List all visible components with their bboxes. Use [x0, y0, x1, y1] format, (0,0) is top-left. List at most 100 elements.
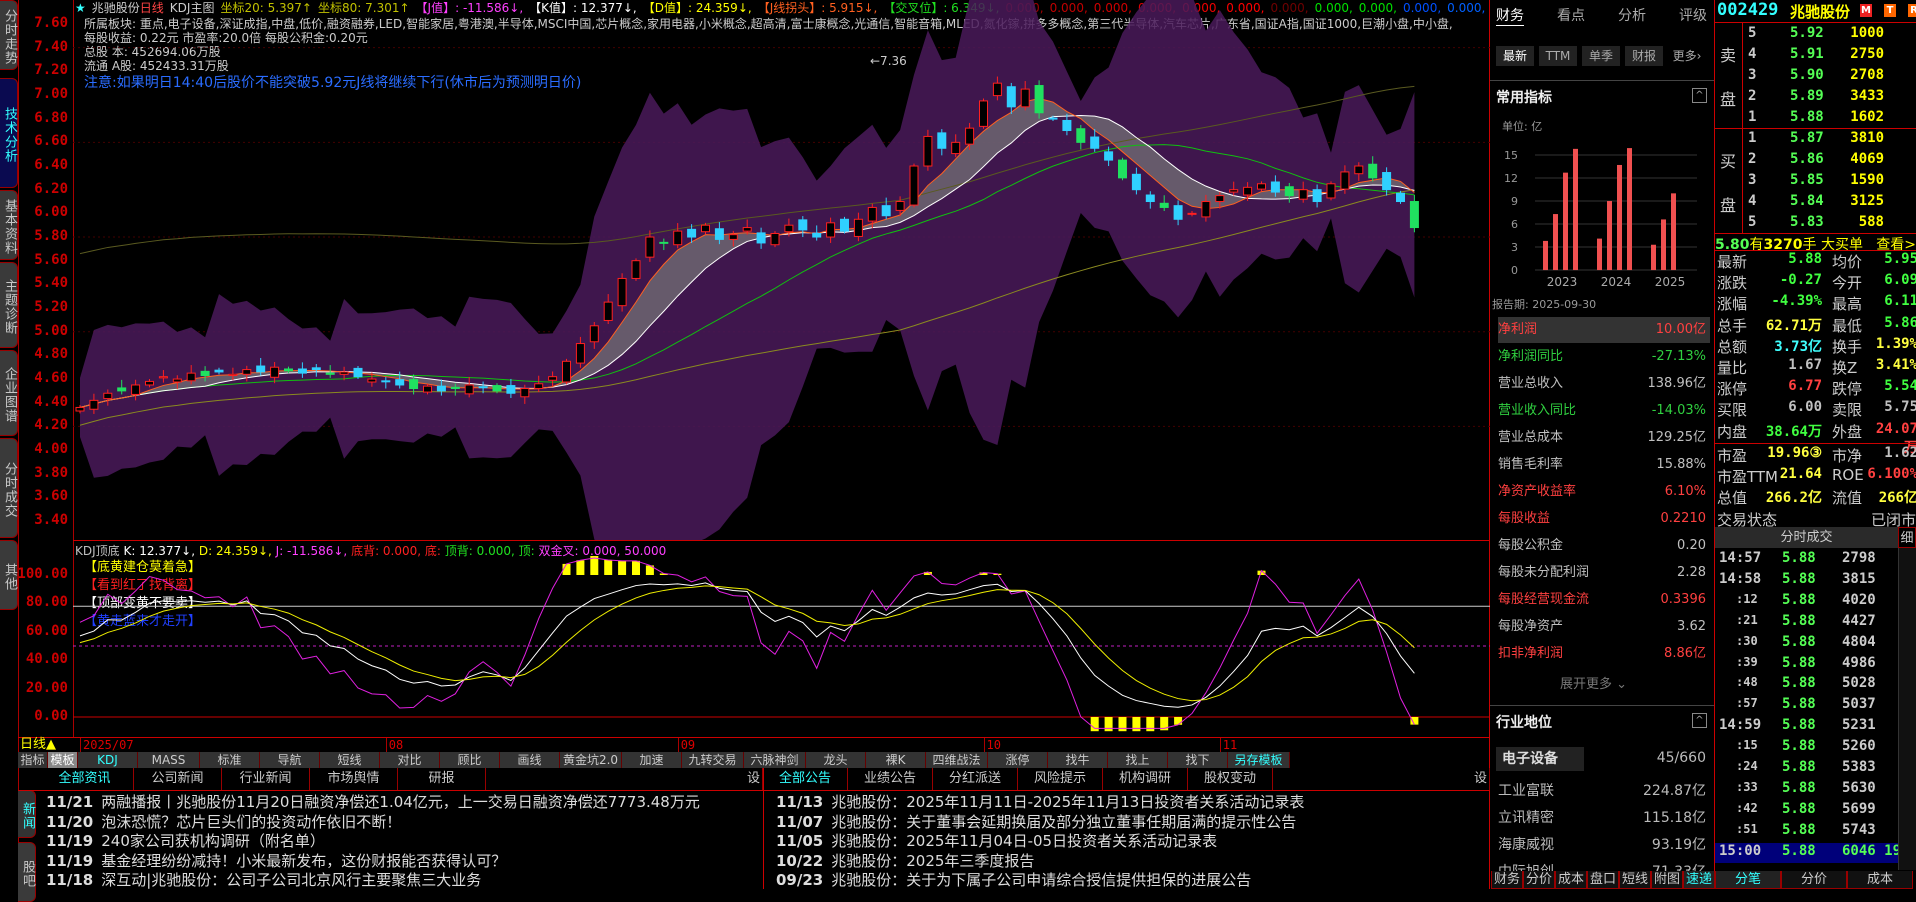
news-item[interactable]: 11/18 深互动|兆驰股份：公司子公司北京风行主要聚焦三大业务	[46, 870, 746, 891]
finance-bottom-tab-1[interactable]: 分价	[1523, 871, 1555, 889]
news-tab-3[interactable]: 市场舆情	[310, 768, 398, 790]
finance-tab-0[interactable]: 财务	[1496, 5, 1524, 26]
news-title[interactable]: 深互动|兆驰股份：公司子公司北京风行主要聚焦三大业务	[101, 871, 481, 889]
collapse-icon[interactable]: ^	[1692, 88, 1707, 103]
finance-row[interactable]: 每股经营现金流 0.3396	[1498, 587, 1710, 613]
finance-bottom-tab-5[interactable]: 附图	[1651, 871, 1683, 889]
news-tab-1[interactable]: 公司新闻	[134, 768, 222, 790]
finance-row[interactable]: 净利润 10.00亿	[1498, 317, 1710, 343]
announcement-tab-2[interactable]: 分红派送	[933, 768, 1018, 790]
toolbar-7[interactable]: 对比	[380, 752, 440, 768]
announcement-item[interactable]: 09/23 兆驰股份：关于为下属子公司申请综合授信提供担保的进展公告	[776, 870, 1466, 891]
toolbar-16[interactable]: 四维战法	[926, 752, 988, 768]
collapse-icon[interactable]: ^	[1692, 713, 1707, 728]
news-item[interactable]: 11/19 基金经理纷纷减持！小米最新发布，这份财报能否获得认可？	[46, 851, 746, 872]
toolbar-5[interactable]: 导航	[260, 752, 320, 768]
peer-row[interactable]: 工业富联 224.87亿	[1498, 778, 1710, 804]
finance-tab-2[interactable]: 分析	[1618, 5, 1646, 25]
finance-tab-3[interactable]: 评级	[1679, 5, 1707, 25]
toolbar-6[interactable]: 短线	[320, 752, 380, 768]
finance-row[interactable]: 每股净资产 3.62	[1498, 614, 1710, 640]
announcement-settings[interactable]: 设	[1472, 768, 1490, 790]
side-tab-2[interactable]: 基本资料	[0, 190, 18, 260]
toolbar-2[interactable]: KDJ	[78, 752, 138, 768]
toolbar-9[interactable]: 画线	[500, 752, 560, 768]
finance-bottom-tab-3[interactable]: 盘口	[1587, 871, 1619, 889]
news-item[interactable]: 11/19 240家公司获机构调研（附名单）	[46, 831, 746, 852]
toolbar-4[interactable]: 标准	[200, 752, 260, 768]
finance-row[interactable]: 销售毛利率 15.88%	[1498, 452, 1710, 478]
announcement-title[interactable]: 兆驰股份：2025年三季度报告	[831, 852, 1034, 870]
period-toggle[interactable]: 日线▲	[20, 737, 56, 752]
toolbar-3[interactable]: MASS	[138, 752, 200, 768]
finance-row[interactable]: 扣非净利润 8.86亿	[1498, 641, 1710, 667]
news-tab-2[interactable]: 行业新闻	[222, 768, 310, 790]
announcement-title[interactable]: 兆驰股份：关于董事会延期换届及部分独立董事任期届满的提示性公告	[831, 813, 1296, 831]
toolbar-14[interactable]: 龙头	[806, 752, 866, 768]
finance-bottom-tab-0[interactable]: 财务	[1491, 871, 1523, 889]
toolbar-19[interactable]: 找上	[1108, 752, 1168, 768]
news-tab-0[interactable]: 全部资讯	[36, 768, 134, 790]
finance-button-3[interactable]: 财报	[1625, 46, 1663, 66]
news-side-tab-0[interactable]: 新闻	[18, 790, 36, 838]
toolbar-1[interactable]: 模板	[48, 752, 78, 768]
news-item[interactable]: 11/21 两融播报丨兆驰股份11月20日融资净偿还1.04亿元，上一交易日融资净…	[46, 792, 746, 813]
industry-dropdown[interactable]: 电子设备	[1496, 747, 1584, 771]
news-tab-4[interactable]: 研报	[398, 768, 486, 790]
quote-bottom-tab-1[interactable]: 分价	[1781, 871, 1847, 889]
finance-row[interactable]: 净资产收益率 6.10%	[1498, 479, 1710, 505]
finance-bottom-tab-4[interactable]: 短线	[1619, 871, 1651, 889]
finance-bottom-tab-2[interactable]: 成本	[1555, 871, 1587, 889]
announcement-tab-0[interactable]: 全部公告	[763, 768, 848, 790]
toolbar-13[interactable]: 六脉神剑	[744, 752, 806, 768]
finance-button-1[interactable]: TTM	[1539, 46, 1577, 66]
finance-row[interactable]: 营业总成本 129.25亿	[1498, 425, 1710, 451]
toolbar-17[interactable]: 涨停	[988, 752, 1048, 768]
news-title[interactable]: 两融播报丨兆驰股份11月20日融资净偿还1.04亿元，上一交易日融资净偿还777…	[101, 793, 700, 811]
announcement-item[interactable]: 10/22 兆驰股份：2025年三季度报告	[776, 851, 1466, 872]
toolbar-12[interactable]: 九转交易	[682, 752, 744, 768]
finance-button-4[interactable]: 更多›	[1668, 46, 1706, 66]
toolbar-18[interactable]: 找牛	[1048, 752, 1108, 768]
finance-row[interactable]: 营业总收入 138.96亿	[1498, 371, 1710, 397]
finance-row[interactable]: 净利润同比 -27.13%	[1498, 344, 1710, 370]
news-title[interactable]: 泡沫恐慌？芯片巨头们的投资动作依旧不断！	[101, 813, 401, 831]
finance-button-0[interactable]: 最新	[1496, 46, 1534, 66]
finance-row[interactable]: 每股公积金 0.20	[1498, 533, 1710, 559]
finance-bottom-tab-6[interactable]: 速递	[1683, 871, 1715, 889]
toolbar-0[interactable]: 指标	[18, 752, 48, 768]
announcement-tab-1[interactable]: 业绩公告	[848, 768, 933, 790]
peer-row[interactable]: 立讯精密 115.18亿	[1498, 805, 1710, 831]
expand-more-button[interactable]: 展开更多 ⌄	[1560, 673, 1627, 692]
news-item[interactable]: 11/20 泡沫恐慌？芯片巨头们的投资动作依旧不断！	[46, 812, 746, 833]
side-tab-0[interactable]: 分时走势	[0, 0, 18, 70]
quote-bottom-tab-2[interactable]: 成本	[1847, 871, 1913, 889]
ticks-scrollbar[interactable]	[1898, 548, 1916, 870]
toolbar-15[interactable]: 裸K	[866, 752, 926, 768]
toolbar-8[interactable]: 顾比	[440, 752, 500, 768]
announcement-title[interactable]: 兆驰股份：2025年11月11日-2025年11月13日投资者关系活动记录表	[831, 793, 1304, 811]
news-settings[interactable]: 设	[745, 768, 763, 790]
announcement-item[interactable]: 11/13 兆驰股份：2025年11月11日-2025年11月13日投资者关系活动…	[776, 792, 1466, 813]
quote-bottom-tab-0[interactable]: 分笔	[1715, 871, 1781, 889]
ticks-detail-button[interactable]: 细	[1898, 527, 1916, 548]
announcement-title[interactable]: 兆驰股份：关于为下属子公司申请综合授信提供担保的进展公告	[831, 871, 1251, 889]
toolbar-10[interactable]: 黄金坑2.0	[560, 752, 622, 768]
announcement-item[interactable]: 11/07 兆驰股份：关于董事会延期换届及部分独立董事任期届满的提示性公告	[776, 812, 1466, 833]
news-title[interactable]: 240家公司获机构调研（附名单）	[101, 832, 325, 850]
toolbar-11[interactable]: 加速	[622, 752, 682, 768]
announcement-item[interactable]: 11/05 兆驰股份：2025年11月04日-05日投资者关系活动记录表	[776, 831, 1466, 852]
finance-tab-1[interactable]: 看点	[1557, 5, 1585, 25]
price-chart[interactable]	[73, 0, 1490, 540]
finance-button-2[interactable]: 单季	[1582, 46, 1620, 66]
announcement-tab-5[interactable]: 股权变动	[1188, 768, 1273, 790]
announcement-tab-4[interactable]: 机构调研	[1103, 768, 1188, 790]
news-side-tab-1[interactable]: 股吧	[18, 842, 36, 902]
news-title[interactable]: 基金经理纷纷减持！小米最新发布，这份财报能否获得认可？	[101, 852, 506, 870]
toolbar-21[interactable]: 另存模板	[1228, 752, 1290, 768]
kdj-chart[interactable]	[73, 540, 1490, 737]
peer-row[interactable]: 海康威视 93.19亿	[1498, 832, 1710, 858]
finance-row[interactable]: 营业收入同比 -14.03%	[1498, 398, 1710, 424]
announcement-tab-3[interactable]: 风险提示	[1018, 768, 1103, 790]
finance-row[interactable]: 每股收益 0.2210	[1498, 506, 1710, 532]
